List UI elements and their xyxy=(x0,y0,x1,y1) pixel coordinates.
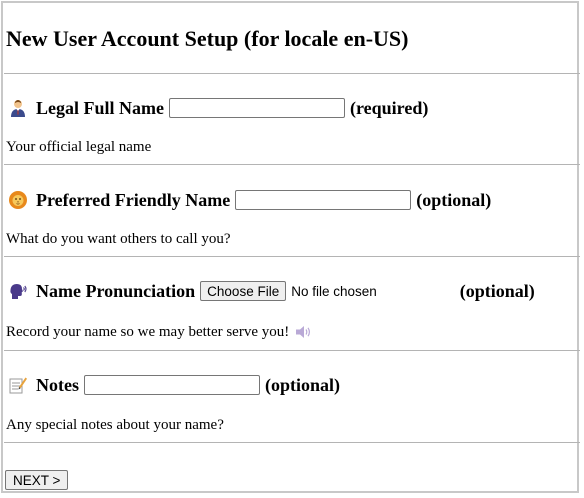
pronunciation-description: Record your name so we may better serve … xyxy=(6,322,313,342)
notes-description-text: Any special notes about your name? xyxy=(6,416,224,433)
divider xyxy=(4,73,580,74)
legal-name-row: Legal Full Name (required) xyxy=(8,95,428,121)
page-title: New User Account Setup (for locale en-US… xyxy=(6,26,409,51)
divider xyxy=(4,350,580,351)
file-status-text: No file chosen xyxy=(291,283,377,299)
friendly-name-description: What do you want others to call you? xyxy=(6,230,231,248)
lion-face-icon xyxy=(8,190,28,210)
divider xyxy=(4,256,580,257)
speaking-head-icon xyxy=(8,281,28,301)
memo-icon xyxy=(8,375,28,395)
friendly-name-input[interactable] xyxy=(235,190,412,210)
notes-input[interactable] xyxy=(84,375,260,395)
friendly-name-row: Preferred Friendly Name (optional) xyxy=(8,187,491,213)
divider xyxy=(4,442,580,443)
notes-description: Any special notes about your name? xyxy=(6,416,224,434)
pronunciation-description-text: Record your name so we may better serve … xyxy=(6,323,290,340)
pronunciation-optional-badge: (optional) xyxy=(459,280,535,301)
legal-name-description-text: Your official legal name xyxy=(6,138,152,155)
pronunciation-label: Name Pronunciation xyxy=(36,280,196,301)
legal-name-label: Legal Full Name xyxy=(36,97,164,118)
notes-optional-badge: (optional) xyxy=(265,374,341,395)
friendly-name-optional-badge: (optional) xyxy=(416,189,492,210)
speaker-icon xyxy=(295,324,313,340)
pronunciation-row: Name Pronunciation Choose File No file c… xyxy=(8,278,568,304)
friendly-name-description-text: What do you want others to call you? xyxy=(6,230,231,247)
notes-label: Notes xyxy=(36,374,79,395)
businessperson-icon xyxy=(8,98,28,118)
divider xyxy=(4,164,580,165)
notes-row: Notes (optional) xyxy=(8,372,340,398)
choose-file-button[interactable]: Choose File xyxy=(200,281,287,301)
friendly-name-label: Preferred Friendly Name xyxy=(36,189,231,210)
legal-name-description: Your official legal name xyxy=(6,138,151,156)
legal-name-input[interactable] xyxy=(169,98,345,118)
pronunciation-file-input[interactable]: Choose File No file chosen xyxy=(200,281,377,301)
legal-name-required-badge: (required) xyxy=(350,97,429,118)
next-button[interactable]: NEXT > xyxy=(5,470,69,490)
